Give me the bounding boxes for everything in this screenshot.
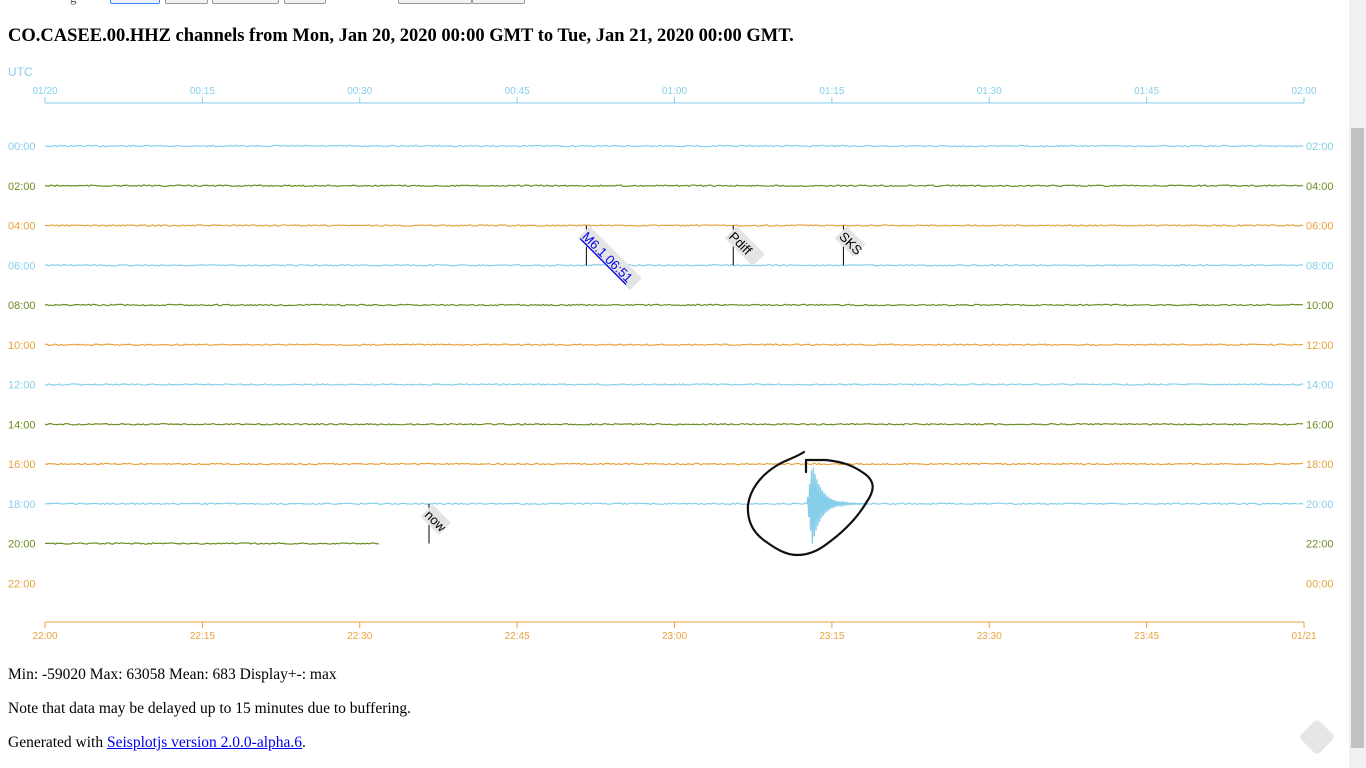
generated-with: Generated with Seisplotjs version 2.0.0-… (8, 734, 306, 752)
top-axis-tick-label: 00:45 (505, 86, 530, 97)
marker-label-group: Pdiff (724, 226, 765, 267)
seismogram-trace (44, 303, 1304, 307)
event-marker-link[interactable]: M6.1 06:51 (579, 229, 636, 286)
top-axis-tick-label: 01:45 (1134, 86, 1159, 97)
top-axis-tick-label: 02:00 (1291, 86, 1316, 97)
toolbar-button[interactable] (212, 0, 279, 4)
toolbar-input[interactable] (472, 0, 525, 4)
scrollbar-thumb[interactable] (1351, 128, 1364, 748)
buffer-note: Note that data may be delayed up to 15 m… (8, 700, 412, 717)
seismogram-trace (44, 184, 1304, 188)
axis-label-utc: UTC (8, 65, 33, 79)
toolbar-button[interactable] (165, 0, 208, 4)
row-label-right: 00:00 (1306, 578, 1334, 590)
top-axis-tick-label: 01/20 (32, 86, 57, 97)
toolbar-button[interactable] (284, 0, 326, 4)
top-axis-tick-label: 01:15 (819, 86, 844, 97)
seismogram-trace (44, 422, 1304, 426)
top-axis-tick-label: 01:30 (977, 86, 1002, 97)
row-label-right: 10:00 (1306, 300, 1334, 312)
bottom-axis-tick-label: 23:15 (819, 631, 844, 642)
row-label-left: 06:00 (8, 260, 36, 272)
row-label-right: 18:00 (1306, 459, 1334, 471)
bottom-axis-tick-label: 01/21 (1291, 631, 1316, 642)
row-label-left: 12:00 (8, 380, 36, 392)
row-label-left: 16:00 (8, 459, 36, 471)
bottom-axis-tick-label: 22:15 (190, 631, 215, 642)
stats-line: Min: -59020 Max: 63058 Mean: 683 Display… (8, 666, 337, 683)
bottom-axis-tick-label: 23:30 (977, 631, 1002, 642)
row-label-left: 14:00 (8, 419, 36, 431)
generated-suffix: . (302, 734, 306, 751)
row-label-right: 20:00 (1306, 499, 1334, 511)
seismogram-trace (44, 144, 1304, 148)
row-label-right: 06:00 (1306, 221, 1334, 233)
bottom-time-axis: 22:00 22:15 22:30 22:45 23:00 23:15 23:30 23:45… (32, 621, 1317, 642)
seismogram-trace (44, 542, 380, 545)
top-axis-tick-label: 01:00 (662, 86, 687, 97)
row-label-right: 16:00 (1306, 419, 1334, 431)
bottom-axis-tick-label: 22:00 (32, 631, 57, 642)
marker-label-group[interactable]: M6.1 06:51 (577, 226, 642, 291)
helicorder-chart: UTC 01/20 00:15 00:30 00:45 01:00 01:15 01:30 0… (8, 65, 1334, 642)
row-label-left: 04:00 (8, 221, 36, 233)
row-label-right: 14:00 (1306, 380, 1334, 392)
marker-label-group: SKS (834, 226, 865, 258)
top-axis-tick-label: 00:30 (347, 86, 372, 97)
row-label-right: 08:00 (1306, 260, 1334, 272)
top-axis-tick-label: 00:15 (190, 86, 215, 97)
seismogram-trace (44, 462, 1304, 466)
toolbar-input[interactable] (398, 0, 472, 4)
page-title: CO.CASEE.00.HHZ channels from Mon, Jan 2… (8, 26, 794, 46)
row-label-left: 00:00 (8, 141, 36, 153)
row-label-left: 22:00 (8, 578, 36, 590)
row-label-left: 08:00 (8, 300, 36, 312)
bottom-axis-tick-label: 22:45 (505, 631, 530, 642)
vertical-scrollbar[interactable] (1349, 0, 1366, 768)
seismogram-trace (44, 502, 1304, 506)
event-waveform (806, 467, 864, 544)
bottom-axis-tick-label: 23:00 (662, 631, 687, 642)
toolbar-text-fragment: g (70, 0, 77, 6)
row-label-left: 02:00 (8, 181, 36, 193)
seisplotjs-link[interactable]: Seisplotjs version 2.0.0-alpha.6 (107, 734, 302, 751)
seismogram-trace (44, 224, 1304, 227)
generated-prefix: Generated with (8, 734, 107, 751)
trace-rows: 00:00 02:00 02:00 04:00 04:00 06:00 06:00 08:00… (8, 141, 1334, 590)
row-label-left: 18:00 (8, 499, 36, 511)
seismogram-trace (44, 383, 1304, 386)
seismogram-trace (44, 343, 1304, 347)
row-label-left: 20:00 (8, 539, 36, 551)
bottom-axis-tick-label: 23:45 (1134, 631, 1159, 642)
top-time-axis: 01/20 00:15 00:30 00:45 01:00 01:15 01:30 01:45… (32, 86, 1317, 104)
row-label-right: 12:00 (1306, 340, 1334, 352)
scroll-to-top-icon[interactable] (1298, 718, 1336, 756)
row-label-right: 02:00 (1306, 141, 1334, 153)
row-label-left: 10:00 (8, 340, 36, 352)
row-label-right: 22:00 (1306, 539, 1334, 551)
toolbar-button-active[interactable] (110, 0, 160, 4)
earthquake-signal (806, 467, 864, 544)
bottom-axis-tick-label: 22:30 (347, 631, 372, 642)
marker-label-group: now (420, 504, 451, 535)
row-label-right: 04:00 (1306, 181, 1334, 193)
seismogram-trace (44, 263, 1304, 267)
